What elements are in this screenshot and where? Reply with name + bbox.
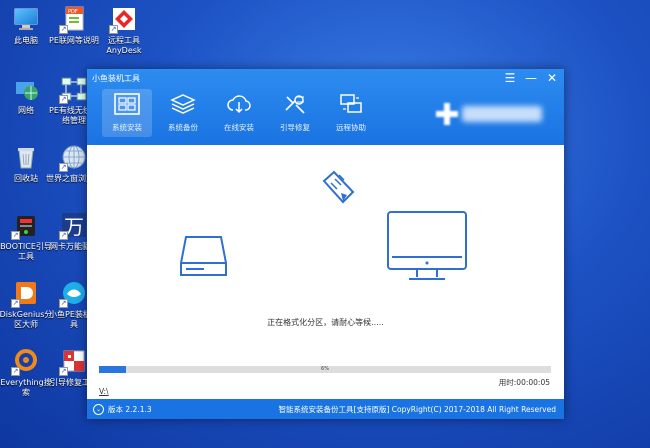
tab-label: 远程协助 bbox=[336, 123, 366, 132]
drive-letter: V:\ bbox=[99, 387, 109, 396]
pdf-document-icon: PDF ↗ bbox=[59, 4, 89, 34]
shortcut-arrow-icon: ↗ bbox=[59, 231, 68, 240]
boot-repair-icon: ↗ bbox=[59, 346, 89, 376]
diskgenius-icon: ↗ bbox=[11, 278, 41, 308]
everything-search-icon: ↗ bbox=[11, 346, 41, 376]
chevron-down-icon[interactable]: ⌄ bbox=[93, 403, 104, 415]
tab-boot-repair[interactable]: 引导修复 bbox=[270, 89, 320, 137]
network-manager-icon: ↗ bbox=[59, 74, 89, 104]
version-info: ⌄ 版本 2.2.1.3 bbox=[93, 403, 152, 415]
desktop-icon-network[interactable]: 网络 bbox=[0, 74, 52, 136]
tab-system-install[interactable]: 系统安装 bbox=[102, 89, 152, 137]
desktop-icon-label: 远程工具 AnyDesk bbox=[106, 36, 142, 55]
recycle-bin-icon bbox=[11, 142, 41, 172]
xiaoyu-fish-icon: ↗ bbox=[59, 278, 89, 308]
anydesk-icon: ↗ bbox=[109, 4, 139, 34]
copyright-text: 智能系统安装备份工具[支持原版] CopyRight(C) 2017-2018 … bbox=[278, 404, 556, 414]
globe-icon: ↗ bbox=[59, 142, 89, 172]
network-globe-icon bbox=[11, 74, 41, 104]
shortcut-arrow-icon: ↗ bbox=[11, 231, 20, 240]
progress-percent: 6% bbox=[321, 366, 329, 372]
window-controls: ☰ — ✕ bbox=[504, 71, 558, 85]
progress-bar: 6% bbox=[99, 366, 551, 373]
tab-system-backup[interactable]: 系统备份 bbox=[158, 89, 208, 137]
shortcut-arrow-icon: ↗ bbox=[59, 163, 68, 172]
desktop-icon-diskgenius[interactable]: ↗ DiskGenius分区大师 bbox=[0, 278, 52, 340]
svg-text:PDF: PDF bbox=[68, 9, 78, 15]
shortcut-arrow-icon: ↗ bbox=[11, 367, 20, 376]
shortcut-arrow-icon: ↗ bbox=[59, 367, 68, 376]
desktop-icon-pe-guide[interactable]: PDF ↗ PE联网等说明 bbox=[48, 4, 100, 66]
shortcut-arrow-icon: ↗ bbox=[59, 299, 68, 308]
window-title: 小鱼装机工具 bbox=[92, 74, 140, 83]
window-footer: ⌄ 版本 2.2.1.3 智能系统安装备份工具[支持原版] CopyRight(… bbox=[87, 399, 564, 419]
install-progress-panel: 正在格式化分区，请耐心等候..... 6% 用时:00:00:05 V:\ bbox=[87, 145, 564, 399]
monitor-icon bbox=[387, 211, 467, 280]
desktop-icon-this-pc[interactable]: 此电脑 bbox=[0, 4, 52, 66]
close-button[interactable]: ✕ bbox=[546, 71, 558, 85]
tab-label: 在线安装 bbox=[224, 123, 254, 132]
shortcut-arrow-icon: ↗ bbox=[59, 95, 68, 104]
tab-remote-assist[interactable]: 远程协助 bbox=[326, 89, 376, 137]
windows-icon bbox=[114, 93, 140, 119]
desktop-icon-bootice[interactable]: ↗ BOOTICE引导工具 bbox=[0, 210, 52, 272]
blurred-logo bbox=[436, 103, 542, 125]
document-icon bbox=[322, 170, 355, 204]
bootice-icon: ↗ bbox=[11, 210, 41, 240]
shortcut-arrow-icon: ↗ bbox=[11, 299, 20, 308]
menu-icon[interactable]: ☰ bbox=[504, 71, 516, 85]
layers-icon bbox=[170, 93, 196, 119]
blurred-logo-text bbox=[462, 106, 542, 122]
cloud-download-icon bbox=[226, 93, 252, 119]
tab-online-install[interactable]: 在线安装 bbox=[214, 89, 264, 137]
status-message: 正在格式化分区，请耐心等候..... bbox=[267, 318, 384, 327]
installer-window: 小鱼装机工具 ☰ — ✕ 系统安装 系统备份 在线安装 引导修复 远程协助 正在… bbox=[87, 69, 564, 419]
desktop-icon-recycle-bin[interactable]: 回收站 bbox=[0, 142, 52, 204]
shortcut-arrow-icon: ↗ bbox=[109, 25, 118, 34]
remote-icon bbox=[338, 93, 364, 119]
hard-drive-icon bbox=[180, 236, 227, 276]
plus-logo-icon bbox=[436, 103, 458, 125]
window-header: 小鱼装机工具 ☰ — ✕ 系统安装 系统备份 在线安装 引导修复 远程协助 bbox=[87, 69, 564, 145]
wan-character-icon: 万 ↗ bbox=[59, 210, 89, 240]
version-label: 版本 2.2.1.3 bbox=[108, 404, 152, 414]
minimize-button[interactable]: — bbox=[525, 71, 537, 85]
computer-icon bbox=[11, 4, 41, 34]
format-illustration bbox=[180, 170, 467, 280]
shortcut-arrow-icon: ↗ bbox=[59, 25, 68, 34]
desktop-icon-anydesk[interactable]: ↗ 远程工具 AnyDesk bbox=[98, 4, 150, 66]
tools-icon bbox=[282, 93, 308, 119]
tab-label: 系统备份 bbox=[168, 123, 198, 132]
main-nav: 系统安装 系统备份 在线安装 引导修复 远程协助 bbox=[102, 89, 376, 137]
tab-label: 引导修复 bbox=[280, 123, 310, 132]
desktop-icon-label: PE联网等说明 bbox=[49, 36, 99, 45]
desktop-icon-everything[interactable]: ↗ Everything搜索 bbox=[0, 346, 52, 408]
tab-label: 系统安装 bbox=[112, 123, 142, 132]
elapsed-time: 用时:00:00:05 bbox=[498, 378, 550, 387]
